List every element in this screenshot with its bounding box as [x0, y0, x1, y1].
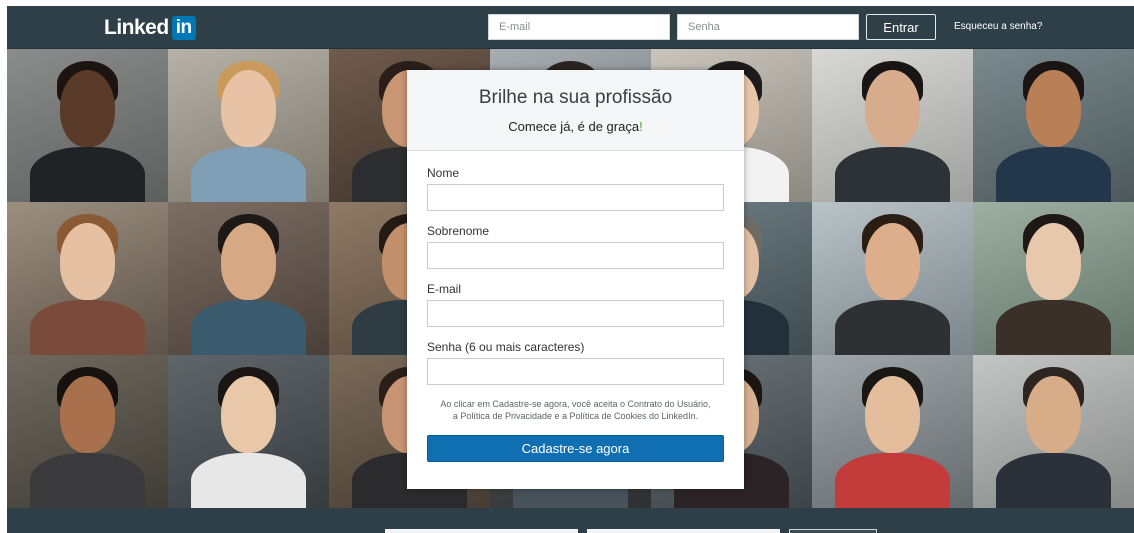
- footer-input-placeholder: [385, 529, 578, 533]
- top-navbar: Linkedin Entrar Esqueceu a senha?: [7, 6, 1134, 49]
- portrait-photo: [7, 49, 168, 202]
- portrait-photo: [7, 355, 168, 508]
- forgot-password-link[interactable]: Esqueceu a senha?: [954, 21, 1042, 32]
- signup-form: Nome Sobrenome E-mail Senha (6 ou mais c…: [407, 151, 744, 462]
- signup-card: Brilhe na sua profissão Comece já, é de …: [407, 70, 744, 489]
- password-label: Senha (6 ou mais caracteres): [427, 340, 585, 354]
- footer-input-placeholder: [587, 529, 780, 533]
- header-email-input[interactable]: [488, 14, 670, 40]
- portrait-photo: [812, 355, 973, 508]
- signup-card-header: Brilhe na sua profissão Comece já, é de …: [407, 70, 744, 151]
- signup-title: Brilhe na sua profissão: [478, 87, 673, 108]
- portrait-photo: [7, 202, 168, 355]
- signup-subtitle: Comece já, é de graça!: [407, 119, 744, 134]
- email-input[interactable]: [427, 300, 724, 327]
- portrait-photo: [812, 49, 973, 202]
- footer-button-placeholder: [789, 529, 877, 533]
- linkedin-logo[interactable]: Linked in: [104, 15, 196, 40]
- portrait-photo: [973, 202, 1134, 355]
- login-button[interactable]: Entrar: [866, 14, 936, 40]
- header-password-input[interactable]: [677, 14, 859, 40]
- portrait-photo: [973, 49, 1134, 202]
- portrait-photo: [168, 202, 329, 355]
- portrait-photo: [168, 49, 329, 202]
- signup-subtitle-mark: !: [639, 119, 643, 134]
- password-input[interactable]: [427, 358, 724, 385]
- last-name-label: Sobrenome: [427, 224, 490, 238]
- portrait-photo: [973, 355, 1134, 508]
- last-name-input[interactable]: [427, 242, 724, 269]
- logo-wordmark: Linked: [104, 15, 169, 39]
- first-name-input[interactable]: [427, 184, 724, 211]
- logo-in-badge: in: [171, 15, 196, 40]
- first-name-label: Nome: [427, 166, 460, 180]
- signup-subtitle-text: Comece já, é de graça: [508, 119, 640, 134]
- portrait-photo: [812, 202, 973, 355]
- portrait-photo: [168, 355, 329, 508]
- signup-submit-button[interactable]: Cadastre-se agora: [427, 435, 724, 462]
- email-label: E-mail: [427, 282, 462, 296]
- page: Linkedin Entrar Esqueceu a senha? Brilhe…: [7, 6, 1134, 533]
- footer-bar: [7, 508, 1134, 533]
- terms-notice: Ao clicar em Cadastre-se agora, você ace…: [440, 399, 711, 421]
